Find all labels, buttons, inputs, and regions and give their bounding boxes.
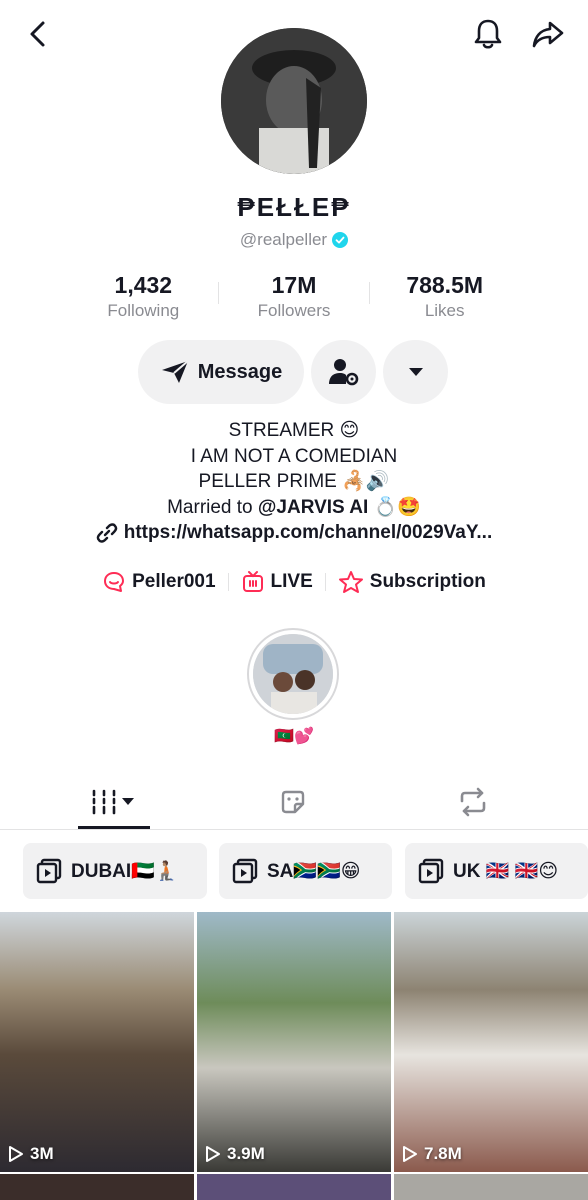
likes-label: Likes — [424, 301, 465, 320]
send-icon — [161, 360, 189, 383]
playlist-label: SA🇿🇦🇿🇦😁 — [267, 861, 361, 882]
tab-videos[interactable] — [54, 774, 174, 830]
bio-website-link[interactable]: https://whatsapp.com/channel/0029VaY... — [0, 520, 588, 546]
view-count-text: 3M — [30, 1144, 54, 1163]
link-icon — [96, 523, 118, 543]
profile-avatar[interactable] — [221, 28, 367, 174]
playlist-icon — [36, 858, 62, 884]
followers-count: 17M — [271, 272, 317, 298]
live-label: LIVE — [270, 571, 313, 592]
chat-bubble-icon — [104, 572, 125, 592]
live-tv-icon — [242, 571, 263, 592]
playlist-label: DUBAI🇦🇪🧎🏽 — [71, 861, 179, 882]
notification-button[interactable] — [468, 14, 508, 54]
highlight-photo — [253, 634, 333, 714]
following-stat[interactable]: 1,432 Following — [68, 270, 219, 326]
video-thumbnail[interactable]: 7.8M — [394, 912, 588, 1172]
share-button[interactable] — [528, 14, 568, 54]
bio-mention-link[interactable]: @JARVIS AI — [258, 497, 368, 518]
highlight-thumbnail — [253, 634, 333, 714]
playlist-chip[interactable]: DUBAI🇦🇪🧎🏽 — [23, 843, 207, 899]
person-settings-icon — [328, 359, 358, 386]
subscription-link[interactable]: Subscription — [326, 570, 498, 594]
playlist-icon — [418, 858, 444, 884]
profile-links-row: Peller001 LIVE Subscription — [0, 570, 588, 594]
playlist-chip[interactable]: SA🇿🇦🇿🇦😁 — [219, 843, 392, 899]
highlight-label: 🇲🇻💕 — [274, 728, 314, 745]
bio-line: Married to @JARVIS AI 💍🤩 — [0, 495, 588, 521]
tab-reposts[interactable] — [413, 774, 533, 830]
likes-stat[interactable]: 788.5M Likes — [369, 270, 520, 326]
following-count: 1,432 — [114, 272, 173, 298]
share-arrow-icon — [532, 21, 564, 48]
bio-line: PELLER PRIME 🦂🔊 — [198, 471, 390, 492]
message-label: Message — [197, 360, 283, 383]
followers-label: Followers — [257, 301, 331, 320]
video-thumbnail[interactable] — [197, 1174, 391, 1200]
live-link[interactable]: LIVE — [229, 570, 325, 594]
chevron-left-icon — [30, 21, 45, 47]
bio: STREAMER 😊 I AM NOT A COMEDIAN PELLER PR… — [0, 418, 588, 546]
username: @realpeller — [239, 230, 328, 249]
playlist-chip[interactable]: UK 🇬🇧 🇬🇧😊 — [405, 843, 588, 899]
video-thumbnail[interactable]: 3M — [0, 912, 194, 1172]
bio-married-prefix: Married to — [167, 496, 258, 518]
view-count-text: 7.8M — [424, 1144, 462, 1163]
sticker-icon — [281, 790, 305, 814]
divider — [218, 282, 219, 304]
play-outline-icon — [9, 1146, 23, 1162]
username-row: @realpeller — [0, 230, 588, 250]
story-highlight[interactable] — [247, 628, 339, 720]
active-tab-indicator — [78, 826, 150, 829]
star-icon — [338, 571, 363, 593]
back-button[interactable] — [18, 14, 58, 54]
content-tabs — [0, 774, 588, 830]
video-grid: 3M 3.9M 7.8M — [0, 912, 588, 1200]
playlist-icon — [232, 858, 258, 884]
bio-line: I AM NOT A COMEDIAN — [190, 445, 398, 467]
more-options-button[interactable] — [383, 340, 448, 404]
view-count: 3M — [8, 1144, 54, 1164]
group-chat-label: Peller001 — [132, 571, 216, 592]
manage-friend-button[interactable] — [311, 340, 376, 404]
view-count: 7.8M — [402, 1144, 462, 1164]
group-chat-link[interactable]: Peller001 — [90, 570, 227, 594]
repost-icon — [460, 787, 486, 817]
bell-icon — [474, 19, 502, 49]
video-thumbnail[interactable]: 3.9M — [197, 912, 391, 1172]
likes-count: 788.5M — [406, 272, 484, 298]
video-thumbnail[interactable] — [394, 1174, 588, 1200]
subscription-label: Subscription — [369, 571, 486, 592]
caret-down-icon — [408, 368, 423, 376]
followers-stat[interactable]: 17M Followers — [219, 270, 370, 326]
profile-actions: Message — [0, 340, 588, 404]
play-outline-icon — [403, 1146, 417, 1162]
view-count: 3.9M — [205, 1144, 265, 1164]
avatar-photo — [221, 28, 367, 174]
bio-married-suffix: 💍🤩 — [368, 496, 421, 518]
display-name: ₱ЕŁŁЕ₱ — [237, 192, 351, 222]
message-button[interactable]: Message — [138, 340, 304, 404]
video-thumbnail[interactable] — [0, 1174, 194, 1200]
verified-badge-icon — [332, 232, 349, 248]
playlist-label: UK 🇬🇧 🇬🇧😊 — [453, 861, 559, 882]
bio-line: STREAMER 😊 — [228, 420, 360, 441]
tab-favorites[interactable] — [233, 774, 353, 830]
bio-link-text: https://whatsapp.com/channel/0029VaY... — [123, 522, 493, 543]
play-outline-icon — [206, 1146, 220, 1162]
view-count-text: 3.9M — [227, 1144, 265, 1163]
grid-videos-icon — [92, 789, 134, 815]
playlists-row: DUBAI🇦🇪🧎🏽 SA🇿🇦🇿🇦😁 UK 🇬🇧 🇬🇧😊 — [0, 843, 588, 899]
stats-row: 1,432 Following 17M Followers 788.5M Lik… — [68, 270, 520, 326]
divider — [369, 282, 370, 304]
following-label: Following — [107, 301, 180, 320]
